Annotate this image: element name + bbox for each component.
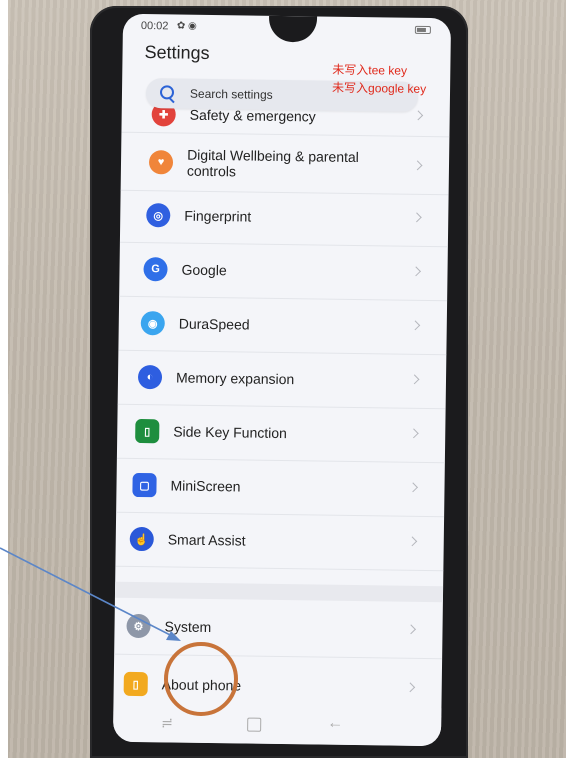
settings-item-side-key[interactable]: ▯ Side Key Function	[116, 405, 446, 464]
settings-item-duraspeed[interactable]: ◉ DuraSpeed	[118, 297, 448, 356]
settings-item-miniscreen[interactable]: ▢ MiniScreen	[116, 459, 445, 518]
settings-item-google[interactable]: G Google	[119, 243, 448, 302]
recent-apps-icon[interactable]: ≓	[161, 714, 173, 731]
chevron-right-icon	[409, 374, 420, 385]
duraspeed-icon: ◉	[140, 311, 165, 336]
chevron-right-icon	[408, 482, 418, 493]
smart-assist-icon: ☝	[129, 526, 154, 552]
search-placeholder: Search settings	[189, 86, 273, 102]
side-key-icon: ▯	[135, 418, 160, 444]
about-phone-icon: ▯	[123, 671, 148, 697]
settings-item-digital-wellbeing[interactable]: ♥ Digital Wellbeing & parental controls	[120, 133, 450, 196]
settings-item-label: Memory expansion	[175, 369, 295, 388]
status-notification-icons: ✿ ◉	[176, 20, 197, 32]
chevron-right-icon	[411, 212, 422, 223]
chevron-right-icon	[408, 428, 419, 439]
chevron-right-icon	[411, 266, 421, 277]
search-icon	[159, 85, 175, 100]
settings-item-smart-assist[interactable]: ☝ Smart Assist	[115, 513, 445, 572]
fingerprint-icon: ◎	[146, 203, 171, 228]
chevron-right-icon	[413, 110, 424, 121]
settings-item-label: Smart Assist	[167, 531, 246, 549]
settings-item-label: Google	[181, 261, 227, 279]
back-arrow-icon[interactable]: ←	[327, 715, 343, 733]
chevron-right-icon	[412, 160, 423, 171]
settings-item-fingerprint[interactable]: ◎ Fingerprint	[119, 189, 449, 248]
status-time: 00:02	[140, 19, 169, 33]
home-icon[interactable]	[247, 717, 262, 732]
battery-icon	[414, 25, 431, 35]
settings-item-label: MiniScreen	[170, 477, 241, 495]
settings-item-label: System	[164, 618, 212, 636]
system-icon: ⚙	[126, 613, 151, 639]
chevron-right-icon	[410, 320, 421, 331]
memory-icon: ◐	[137, 364, 163, 390]
settings-item-label: Fingerprint	[184, 207, 252, 225]
google-icon: G	[143, 257, 168, 282]
settings-item-label: Side Key Function	[173, 423, 287, 442]
phone-screen: 00:02 ✿ ◉ Settings 未写入tee key 未写入google …	[112, 13, 452, 747]
miniscreen-icon: ▢	[132, 472, 157, 498]
camera-notch	[268, 15, 318, 43]
wellbeing-icon: ♥	[148, 150, 174, 175]
chevron-right-icon	[407, 536, 418, 547]
annotation-circle	[164, 642, 238, 716]
page-title: Settings	[144, 42, 210, 63]
chevron-right-icon	[405, 682, 416, 693]
settings-item-label: Digital Wellbeing & parental controls	[186, 146, 359, 180]
settings-item-memory-expansion[interactable]: ◐ Memory expansion	[117, 351, 447, 410]
settings-item-system[interactable]: ⚙ System	[114, 597, 443, 660]
overlay-note-tee-key: 未写入tee key	[332, 62, 408, 78]
chevron-right-icon	[406, 624, 416, 635]
settings-item-label: DuraSpeed	[178, 315, 250, 333]
navigation-bar: ≓ ←	[112, 703, 442, 747]
overlay-note-google-key: 未写入google key	[331, 80, 427, 96]
